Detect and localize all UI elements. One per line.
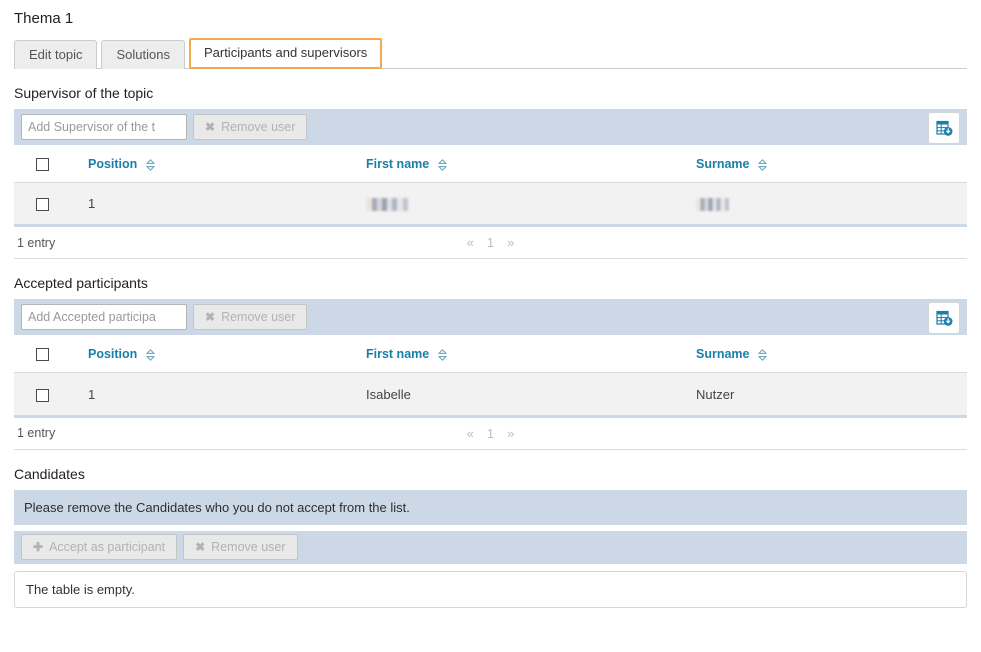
button-label: Remove user xyxy=(221,310,295,324)
candidates-empty-message: The table is empty. xyxy=(14,571,967,608)
close-icon: ✖ xyxy=(205,311,215,323)
pagination-prev[interactable]: « xyxy=(467,235,474,250)
tab-edit-topic[interactable]: Edit topic xyxy=(14,40,97,69)
close-icon: ✖ xyxy=(205,121,215,133)
cell-surname: Nutzer xyxy=(696,373,967,416)
pagination-next[interactable]: » xyxy=(507,426,514,441)
pagination-next[interactable]: » xyxy=(507,235,514,250)
cell-surname xyxy=(696,183,967,226)
add-accepted-participant-input[interactable] xyxy=(21,304,187,330)
redacted-value xyxy=(696,198,729,211)
close-icon: ✖ xyxy=(195,541,205,553)
button-label: Remove user xyxy=(211,540,285,554)
cell-first-name: Isabelle xyxy=(366,373,696,416)
tab-solutions[interactable]: Solutions xyxy=(101,40,184,69)
button-label: Accept as participant xyxy=(49,540,165,554)
add-supervisor-input[interactable] xyxy=(21,114,187,140)
column-header-first-name[interactable]: First name xyxy=(366,145,696,183)
accepted-export-button[interactable] xyxy=(928,302,960,334)
candidates-info-message: Please remove the Candidates who you do … xyxy=(14,490,967,525)
column-header-surname[interactable]: Surname xyxy=(696,335,967,373)
column-header-position[interactable]: Position xyxy=(88,335,366,373)
page-title: Thema 1 xyxy=(14,0,967,36)
column-label: First name xyxy=(366,347,429,361)
sort-icon[interactable] xyxy=(758,349,767,361)
candidates-toolbar: ✚ Accept as participant ✖ Remove user xyxy=(14,531,967,564)
supervisor-section-title: Supervisor of the topic xyxy=(14,69,967,109)
accepted-table-footer: 1 entry « 1 » xyxy=(14,418,967,450)
column-label: Surname xyxy=(696,157,750,171)
accepted-section-title: Accepted participants xyxy=(14,259,967,299)
select-all-header xyxy=(14,145,88,183)
supervisor-table-footer: 1 entry « 1 » xyxy=(14,227,967,259)
button-label: Remove user xyxy=(221,120,295,134)
sort-icon[interactable] xyxy=(438,159,447,171)
page-root: Thema 1 Edit topic Solutions Participant… xyxy=(0,0,981,608)
candidates-section-title: Candidates xyxy=(14,450,967,490)
column-label: Surname xyxy=(696,347,750,361)
table-header-row: Position First name Surname xyxy=(14,145,967,183)
supervisor-table: Position First name Surname xyxy=(14,145,967,227)
column-label: Position xyxy=(88,157,137,171)
table-row[interactable]: 1 Isabelle Nutzer xyxy=(14,373,967,416)
tab-label: Participants and supervisors xyxy=(204,45,367,60)
tab-bar: Edit topic Solutions Participants and su… xyxy=(14,36,967,69)
accepted-remove-user-button[interactable]: ✖ Remove user xyxy=(193,304,307,330)
table-export-icon xyxy=(936,310,953,327)
row-checkbox[interactable] xyxy=(36,198,49,211)
tab-label: Edit topic xyxy=(29,47,82,62)
accepted-participants-table: Position First name Surname xyxy=(14,335,967,417)
tab-label: Solutions xyxy=(116,47,169,62)
supervisor-toolbar: ✖ Remove user xyxy=(14,109,967,145)
cell-first-name xyxy=(366,183,696,226)
column-header-surname[interactable]: Surname xyxy=(696,145,967,183)
select-all-checkbox[interactable] xyxy=(36,158,49,171)
pagination: « 1 » xyxy=(14,426,967,441)
row-select-cell xyxy=(14,183,88,226)
accept-as-participant-button[interactable]: ✚ Accept as participant xyxy=(21,534,177,560)
row-checkbox[interactable] xyxy=(36,389,49,402)
sort-icon[interactable] xyxy=(758,159,767,171)
sort-icon[interactable] xyxy=(146,159,155,171)
sort-icon[interactable] xyxy=(438,349,447,361)
column-header-position[interactable]: Position xyxy=(88,145,366,183)
pagination-page-1[interactable]: 1 xyxy=(487,235,494,250)
redacted-value xyxy=(366,198,408,211)
select-all-header xyxy=(14,335,88,373)
table-export-icon xyxy=(936,120,953,137)
table-header-row: Position First name Surname xyxy=(14,335,967,373)
supervisor-export-button[interactable] xyxy=(928,112,960,144)
table-row[interactable]: 1 xyxy=(14,183,967,226)
tab-participants-and-supervisors[interactable]: Participants and supervisors xyxy=(189,38,382,69)
candidates-remove-user-button[interactable]: ✖ Remove user xyxy=(183,534,297,560)
accepted-toolbar: ✖ Remove user xyxy=(14,299,967,335)
pagination-page-1[interactable]: 1 xyxy=(487,426,494,441)
pagination-prev[interactable]: « xyxy=(467,426,474,441)
supervisor-remove-user-button[interactable]: ✖ Remove user xyxy=(193,114,307,140)
select-all-checkbox[interactable] xyxy=(36,348,49,361)
cell-position: 1 xyxy=(88,183,366,226)
pagination: « 1 » xyxy=(14,235,967,250)
sort-icon[interactable] xyxy=(146,349,155,361)
plus-icon: ✚ xyxy=(33,541,43,553)
column-label: First name xyxy=(366,157,429,171)
column-header-first-name[interactable]: First name xyxy=(366,335,696,373)
row-select-cell xyxy=(14,373,88,416)
column-label: Position xyxy=(88,347,137,361)
cell-position: 1 xyxy=(88,373,366,416)
